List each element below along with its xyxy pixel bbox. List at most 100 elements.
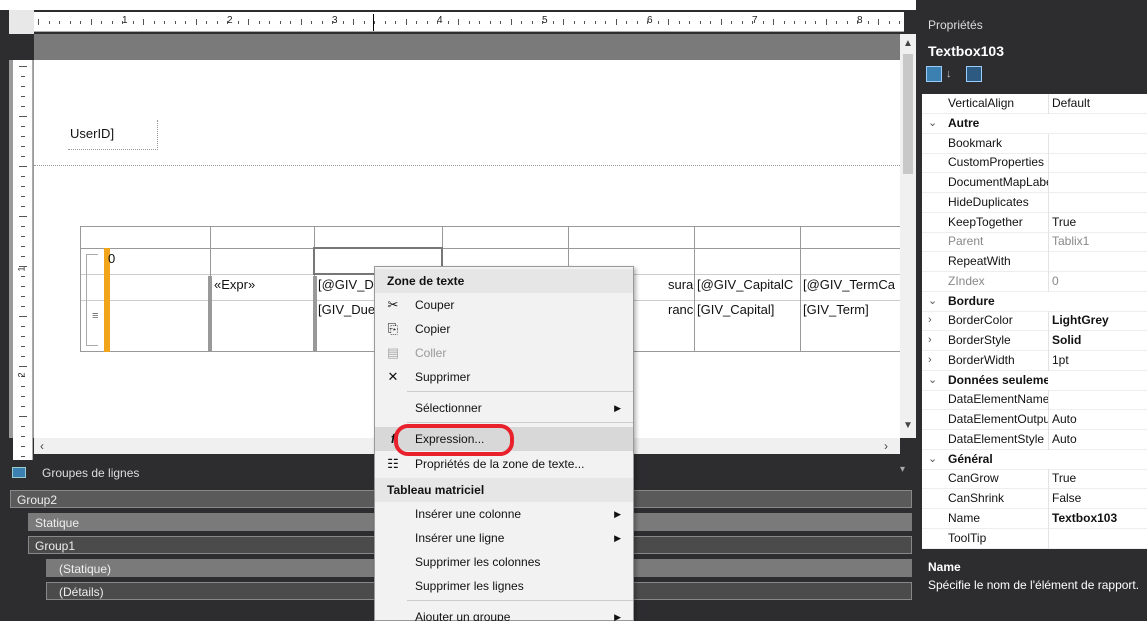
property-row[interactable]: Parent Tablix1 bbox=[922, 232, 1147, 253]
alphabetical-icon[interactable]: ↓ bbox=[946, 66, 962, 82]
collapse-icon[interactable]: ⌄ bbox=[928, 292, 937, 311]
scroll-right-icon[interactable]: › bbox=[884, 439, 888, 453]
ruler-tick bbox=[290, 21, 291, 24]
menu-paste[interactable]: ▤ Coller bbox=[375, 341, 633, 365]
scroll-thumb[interactable] bbox=[903, 54, 913, 174]
property-value[interactable]: Textbox103 bbox=[1052, 509, 1147, 528]
copy-icon: ⎘ bbox=[387, 321, 399, 336]
property-row[interactable]: CanShrink False bbox=[922, 489, 1147, 509]
property-row[interactable]: ToolTip bbox=[922, 528, 1147, 549]
property-row[interactable]: Bookmark bbox=[922, 133, 1147, 154]
property-category[interactable]: ⌄ Autre bbox=[922, 114, 1147, 134]
property-row[interactable]: VerticalAlign Default bbox=[922, 94, 1147, 114]
ruler-tick bbox=[21, 386, 25, 387]
property-key: RepeatWith bbox=[948, 254, 1011, 268]
scroll-up-icon[interactable]: ▲ bbox=[903, 38, 913, 49]
collapse-icon[interactable]: ⌄ bbox=[928, 450, 937, 469]
ruler-tick bbox=[668, 19, 669, 25]
property-row[interactable]: CustomProperties bbox=[922, 153, 1147, 174]
cell-r2-c2[interactable]: rance] bbox=[668, 302, 694, 317]
ruler-tick bbox=[19, 316, 27, 317]
property-value[interactable]: Default bbox=[1052, 94, 1147, 113]
property-value[interactable]: 1pt bbox=[1052, 351, 1147, 370]
property-value[interactable]: Tablix1 bbox=[1052, 232, 1147, 251]
ruler-tick bbox=[21, 126, 25, 127]
property-key: Données seulement bbox=[948, 372, 1048, 387]
property-value[interactable]: Auto bbox=[1052, 430, 1147, 449]
property-value[interactable]: 0 bbox=[1052, 272, 1147, 291]
expr-cell[interactable]: «Expr» bbox=[214, 277, 255, 292]
menu-delete[interactable]: ✕ Supprimer bbox=[375, 365, 633, 389]
ruler-tick bbox=[584, 21, 585, 24]
property-row[interactable]: › BorderStyle Solid bbox=[922, 331, 1147, 351]
ruler-tick bbox=[21, 406, 25, 407]
vertical-scrollbar[interactable]: ▲ ▼ bbox=[900, 34, 916, 438]
ruler-tick bbox=[237, 21, 239, 24]
menu-label: Supprimer les colonnes bbox=[415, 555, 541, 569]
column-separator bbox=[1048, 133, 1049, 154]
ruler-tick bbox=[353, 19, 354, 25]
pane-dropdown-icon[interactable]: ▾ bbox=[900, 464, 905, 475]
menu-copy[interactable]: ⎘ Copier bbox=[375, 317, 633, 341]
property-row[interactable]: CanGrow True bbox=[922, 469, 1147, 490]
cell-r1-c3[interactable]: [@GIV_CapitalC bbox=[697, 277, 800, 292]
row-groups-title: Groupes de lignes bbox=[42, 466, 140, 480]
property-row[interactable]: KeepTogether True bbox=[922, 212, 1147, 233]
property-pages-icon[interactable] bbox=[966, 66, 982, 82]
property-value[interactable]: Solid bbox=[1052, 331, 1147, 350]
property-row[interactable]: RepeatWith bbox=[922, 252, 1147, 272]
ruler-tick bbox=[489, 21, 491, 24]
menu-insert-row[interactable]: Insérer une ligne ▶ bbox=[375, 526, 633, 550]
scroll-down-icon[interactable]: ▼ bbox=[903, 420, 913, 431]
menu-separator bbox=[407, 391, 633, 392]
menu-label: Couper bbox=[415, 298, 455, 312]
expand-icon[interactable]: › bbox=[928, 311, 932, 330]
property-row[interactable]: ZIndex 0 bbox=[922, 271, 1147, 292]
menu-section-textbox: Zone de texte bbox=[375, 269, 633, 293]
cell-r2-c3[interactable]: [GIV_Capital] bbox=[697, 302, 800, 317]
collapse-icon[interactable]: ⌄ bbox=[928, 114, 937, 133]
menu-delete-rows[interactable]: Supprimer les lignes bbox=[375, 574, 633, 598]
property-row[interactable]: HideDuplicates bbox=[922, 192, 1147, 213]
scissors-icon: ✂ bbox=[387, 297, 399, 312]
menu-delete-columns[interactable]: Supprimer les colonnes bbox=[375, 550, 633, 574]
collapse-icon[interactable]: ⌄ bbox=[928, 371, 937, 390]
property-row[interactable]: DataElementStyle Auto bbox=[922, 429, 1147, 450]
categorized-icon[interactable] bbox=[926, 66, 942, 82]
property-value[interactable]: Auto bbox=[1052, 410, 1147, 429]
cell-r1-c2[interactable]: suranceC bbox=[668, 277, 694, 292]
ruler-tick bbox=[521, 21, 522, 24]
userid-textbox[interactable]: UserID] bbox=[68, 120, 158, 150]
menu-select[interactable]: Sélectionner ▶ bbox=[375, 396, 633, 420]
scroll-left-icon[interactable]: ‹ bbox=[40, 439, 44, 453]
property-category[interactable]: ⌄ Données seulement bbox=[922, 371, 1147, 391]
property-category[interactable]: ⌄ Bordure bbox=[922, 292, 1147, 312]
cell-r1-c4[interactable]: [@GIV_TermCa bbox=[803, 277, 900, 292]
ruler-tick bbox=[21, 346, 25, 347]
properties-icon: ☷ bbox=[387, 456, 399, 471]
property-value[interactable]: LightGrey bbox=[1052, 311, 1147, 330]
ruler-tick bbox=[21, 206, 25, 207]
menu-cut[interactable]: ✂ Couper bbox=[375, 293, 633, 317]
property-value[interactable]: True bbox=[1052, 469, 1147, 488]
property-row[interactable]: › BorderColor LightGrey bbox=[922, 311, 1147, 332]
expand-icon[interactable]: › bbox=[928, 351, 932, 370]
property-category[interactable]: ⌄ Général bbox=[922, 450, 1147, 470]
property-value[interactable]: True bbox=[1052, 213, 1147, 232]
property-row[interactable]: Name Textbox103 bbox=[922, 508, 1147, 529]
property-row[interactable]: DataElementOutput Auto bbox=[922, 410, 1147, 430]
ruler-tick bbox=[153, 21, 155, 24]
property-row[interactable]: DocumentMapLabel bbox=[922, 173, 1147, 193]
property-value[interactable]: False bbox=[1052, 489, 1147, 508]
menu-label: Sélectionner bbox=[415, 401, 482, 415]
property-row[interactable]: › BorderWidth 1pt bbox=[922, 350, 1147, 371]
property-row[interactable]: DataElementName bbox=[922, 390, 1147, 411]
ruler-tick bbox=[311, 21, 312, 24]
menu-insert-column[interactable]: Insérer une colonne ▶ bbox=[375, 502, 633, 526]
ruler-tick bbox=[867, 21, 869, 24]
menu-add-group[interactable]: Ajouter un groupe ▶ bbox=[375, 605, 633, 621]
column-separator bbox=[1048, 311, 1049, 332]
expand-icon[interactable]: › bbox=[928, 331, 932, 350]
ruler-tick bbox=[48, 21, 50, 24]
cell-r2-c4[interactable]: [GIV_Term] bbox=[803, 302, 900, 317]
